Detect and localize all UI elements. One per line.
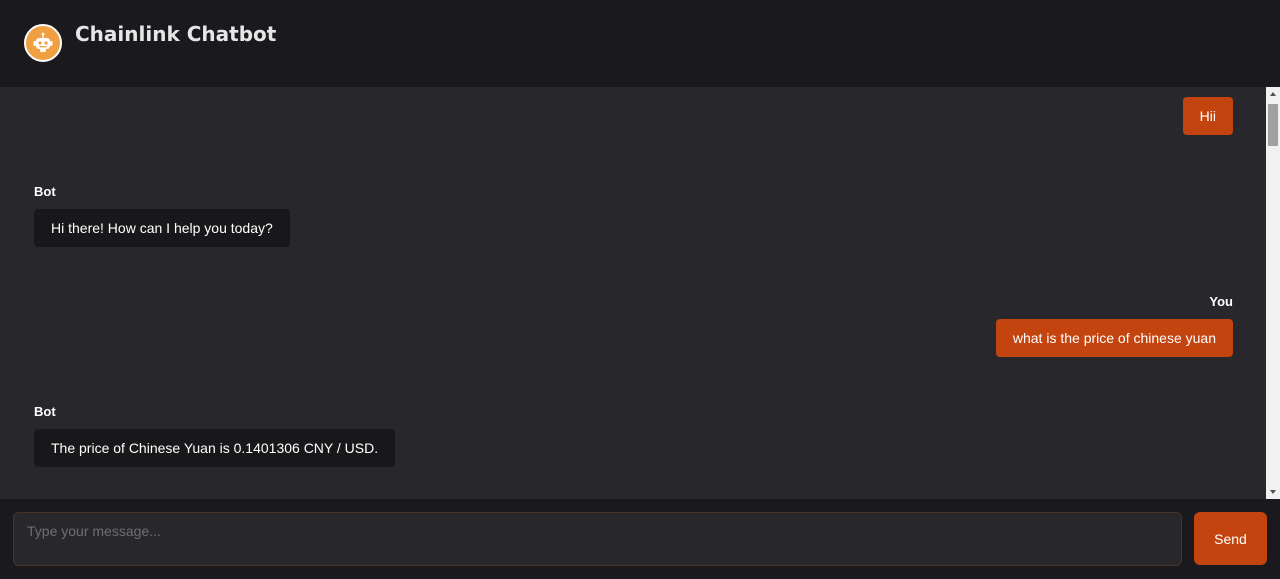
bot-sender-label: Bot [34, 404, 56, 419]
scrollbar-thumb[interactable] [1268, 104, 1278, 146]
chat-message-list[interactable]: Hii Bot Hi there! How can I help you tod… [0, 87, 1280, 499]
robot-icon [24, 24, 62, 62]
bot-message: Bot The price of Chinese Yuan is 0.14013… [34, 404, 396, 467]
chat-scrollbar[interactable] [1266, 87, 1280, 499]
bot-message-bubble: Hi there! How can I help you today? [34, 209, 290, 247]
user-sender-label: You [1209, 294, 1233, 309]
scroll-up-arrow-icon[interactable] [1266, 87, 1280, 101]
user-message: You what is the price of chinese yuan [995, 294, 1233, 357]
user-message-bubble: Hii [1182, 97, 1233, 135]
bot-sender-label: Bot [34, 184, 56, 199]
user-message: Hii [1182, 97, 1233, 135]
message-composer: Send [0, 499, 1280, 579]
send-button[interactable]: Send [1194, 512, 1267, 565]
bot-message: Bot Hi there! How can I help you today? [34, 184, 290, 247]
app-header: Chainlink Chatbot [0, 0, 1280, 87]
page-title: Chainlink Chatbot [75, 22, 277, 46]
scroll-down-arrow-icon[interactable] [1266, 485, 1280, 499]
user-message-bubble: what is the price of chinese yuan [995, 319, 1233, 357]
bot-message-bubble: The price of Chinese Yuan is 0.1401306 C… [34, 429, 396, 467]
message-input[interactable] [13, 512, 1182, 566]
